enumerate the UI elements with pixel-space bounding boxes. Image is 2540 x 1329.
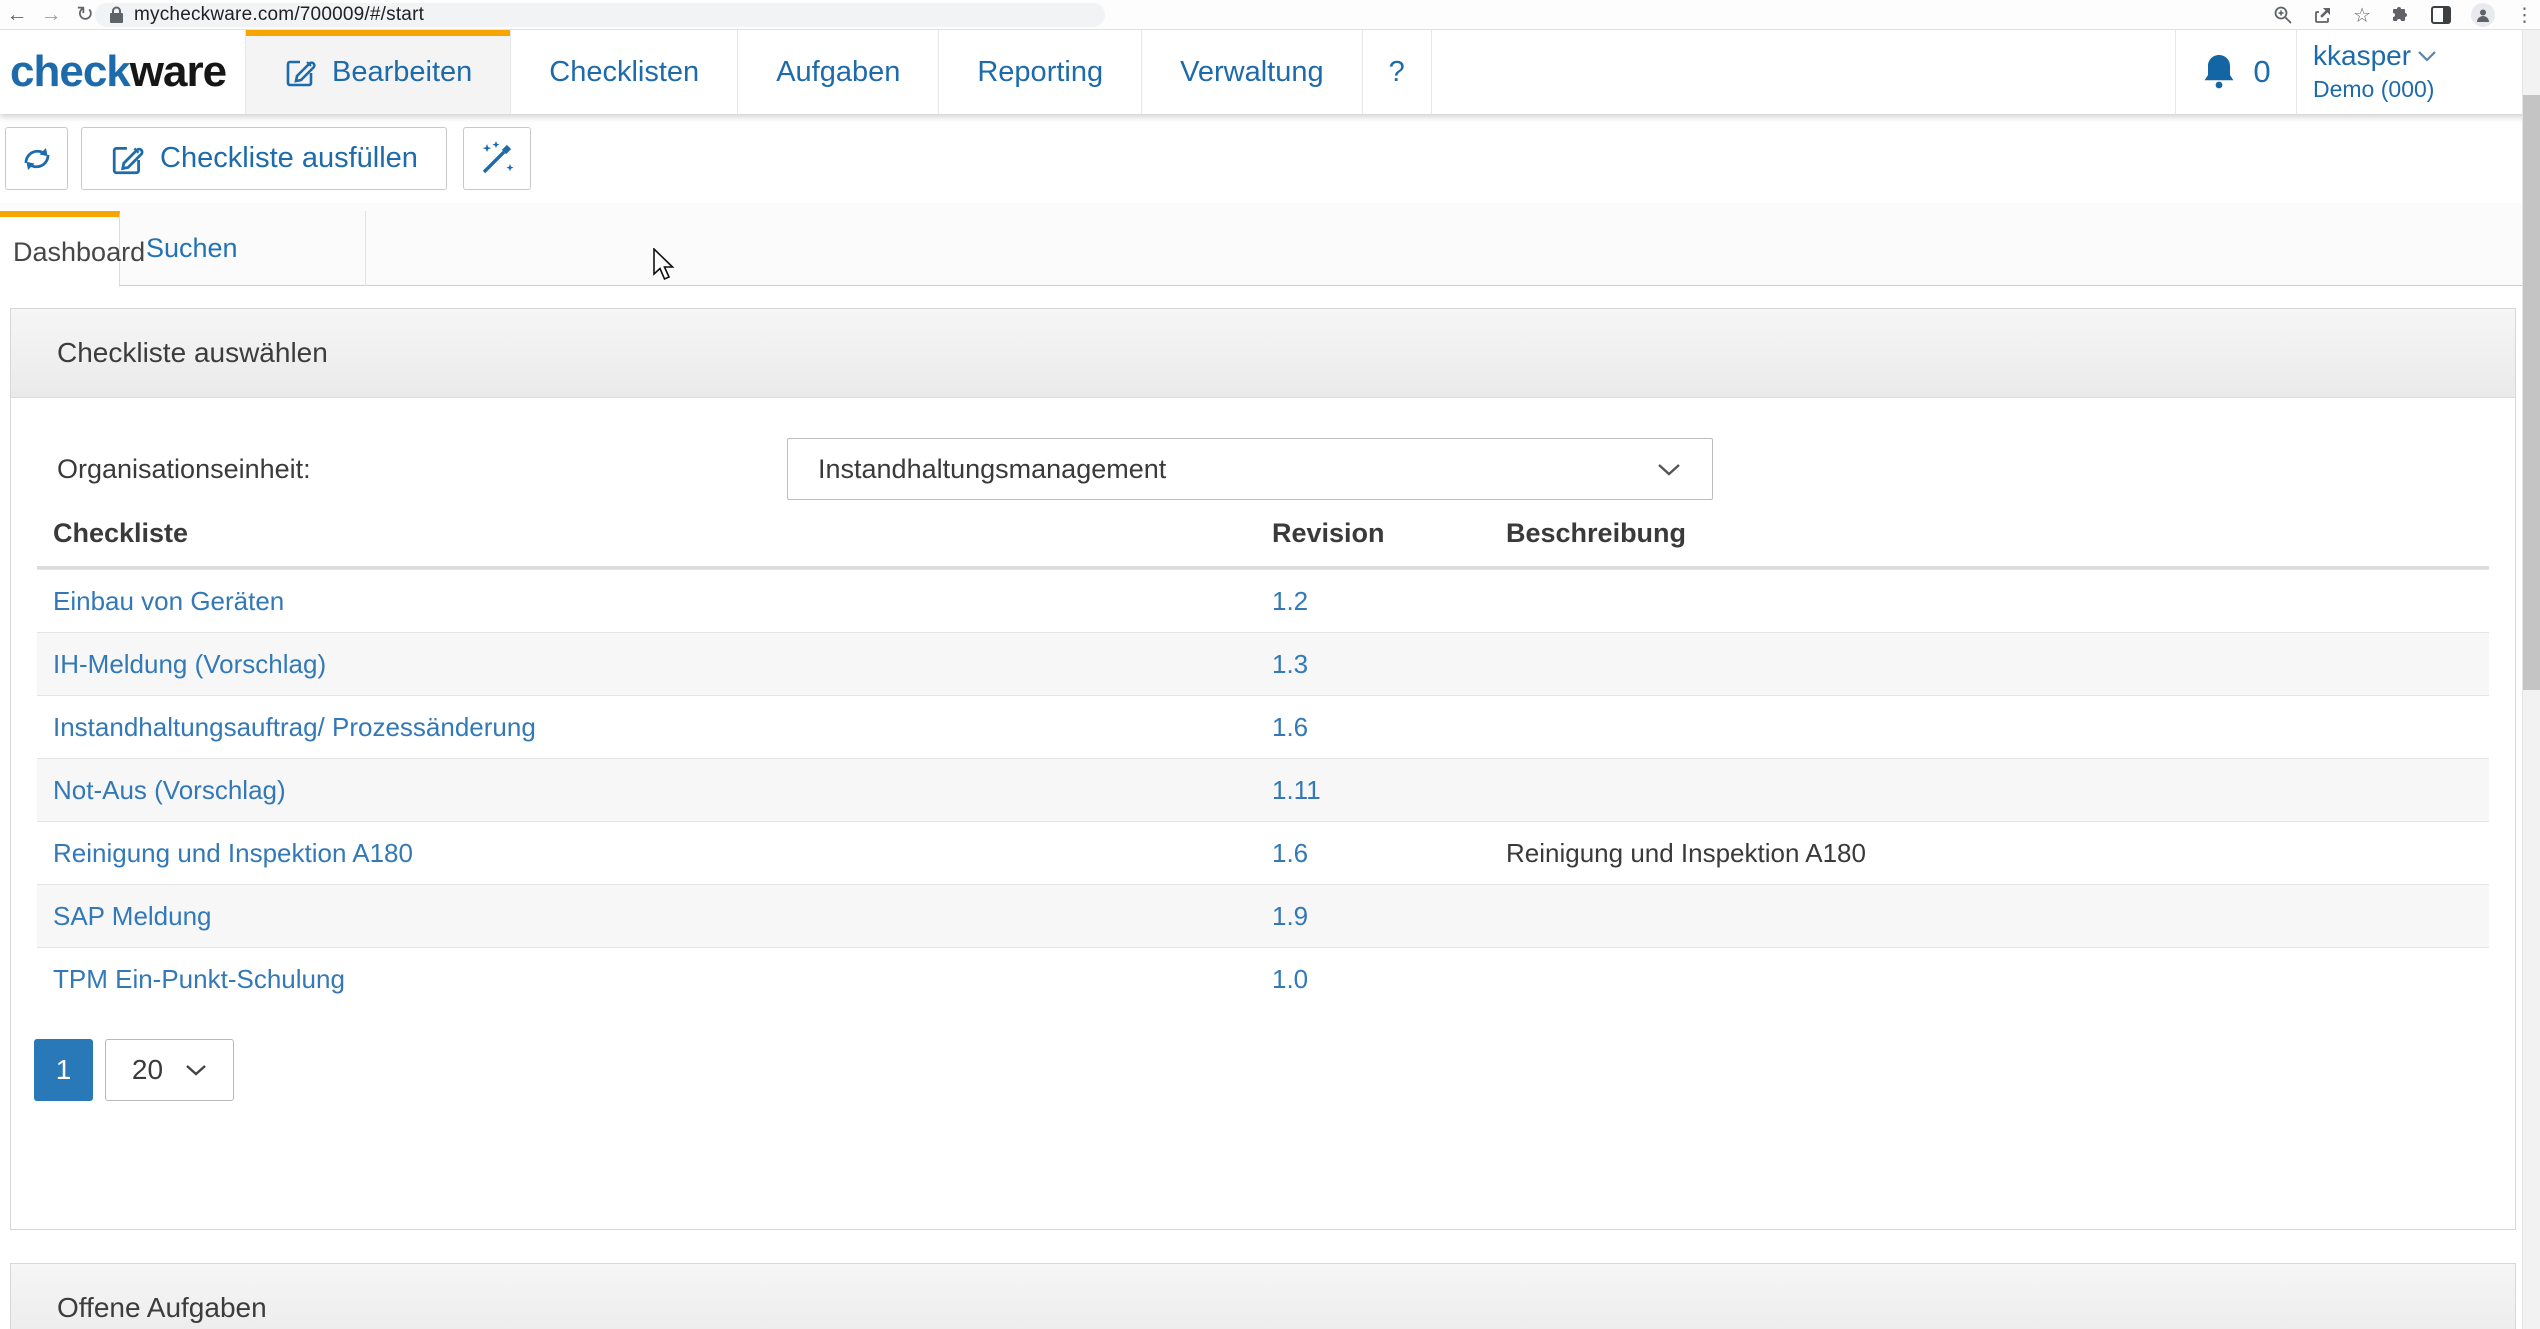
table-row: Not-Aus (Vorschlag) 1.11 — [37, 758, 2489, 821]
browser-forward-icon[interactable]: → — [34, 0, 68, 30]
table-row: TPM Ein-Punkt-Schulung 1.0 — [37, 947, 2489, 1010]
table-header: Checkliste Revision Beschreibung — [37, 501, 2489, 569]
revision-value[interactable]: 1.3 — [1256, 649, 1490, 680]
chevron-down-icon — [1656, 462, 1682, 477]
refresh-icon — [18, 140, 56, 178]
action-toolbar: Checkliste ausfüllen — [0, 114, 2540, 203]
org-unit-label: Organisationseinheit: — [57, 454, 311, 485]
zoom-icon[interactable] — [2273, 5, 2293, 25]
revision-value[interactable]: 1.0 — [1256, 964, 1490, 995]
tab-suchen[interactable]: Suchen — [121, 211, 366, 286]
revision-value[interactable]: 1.9 — [1256, 901, 1490, 932]
revision-value[interactable]: 1.2 — [1256, 586, 1490, 617]
tab-label: Suchen — [146, 233, 238, 264]
scrollbar-thumb[interactable] — [2523, 95, 2540, 690]
panel-title: Offene Aufgaben — [57, 1292, 267, 1324]
nav-item-label: Reporting — [977, 56, 1103, 89]
org-unit-value: Instandhaltungsmanagement — [818, 454, 1166, 485]
nav-item-reporting[interactable]: Reporting — [938, 30, 1141, 114]
table-row: IH-Meldung (Vorschlag) 1.3 — [37, 632, 2489, 695]
fill-checklist-label: Checkliste ausfüllen — [160, 142, 418, 175]
edit-pencil-icon — [110, 141, 146, 177]
nav-right-section: 0 kkasper Demo (000) — [2175, 30, 2540, 114]
page-button-1[interactable]: 1 — [34, 1039, 93, 1101]
app-nav-bar: checkware Bearbeiten Checklisten Aufgabe… — [0, 30, 2540, 114]
nav-item-label: Verwaltung — [1180, 56, 1324, 89]
url-text: mycheckware.com/700009/#/start — [134, 4, 424, 26]
extensions-puzzle-icon[interactable] — [2391, 5, 2411, 25]
panel-header: Checkliste auswählen — [11, 309, 2515, 398]
revision-value[interactable]: 1.6 — [1256, 838, 1490, 869]
description-value: Reinigung und Inspektion A180 — [1490, 838, 2489, 869]
bell-icon — [2201, 52, 2237, 92]
user-org: Demo (000) — [2313, 76, 2540, 103]
wizard-button[interactable] — [463, 127, 531, 190]
side-panel-icon[interactable] — [2431, 6, 2451, 24]
nav-item-checklisten[interactable]: Checklisten — [510, 30, 737, 114]
panel-title: Checkliste auswählen — [57, 337, 328, 369]
nav-item-label: Aufgaben — [776, 56, 900, 89]
panel-header: Offene Aufgaben — [11, 1264, 2515, 1329]
table-row: Einbau von Geräten 1.2 — [37, 569, 2489, 632]
checklist-link[interactable]: Reinigung und Inspektion A180 — [37, 838, 1256, 869]
nav-item-label: Bearbeiten — [332, 56, 472, 89]
magic-wand-icon — [476, 138, 518, 180]
checklist-link[interactable]: SAP Meldung — [37, 901, 1256, 932]
table-row: SAP Meldung 1.9 — [37, 884, 2489, 947]
checklist-link[interactable]: Not-Aus (Vorschlag) — [37, 775, 1256, 806]
browser-toolbar-icons: ☆ ⋮ — [2273, 0, 2534, 30]
lock-icon — [109, 6, 124, 24]
revision-value[interactable]: 1.11 — [1256, 775, 1490, 806]
browser-menu-dots-icon[interactable]: ⋮ — [2515, 4, 2534, 27]
nav-item-label: ? — [1389, 56, 1405, 89]
table-row: Reinigung und Inspektion A180 1.6 Reinig… — [37, 821, 2489, 884]
checklist-link[interactable]: Instandhaltungsauftrag/ Prozessänderung — [37, 712, 1256, 743]
notification-count: 0 — [2253, 54, 2270, 90]
org-unit-row: Organisationseinheit: Instandhaltungsman… — [11, 438, 2515, 502]
browser-back-icon[interactable]: ← — [0, 0, 34, 30]
revision-value[interactable]: 1.6 — [1256, 712, 1490, 743]
chevron-down-icon — [185, 1064, 207, 1077]
checklist-link[interactable]: TPM Ein-Punkt-Schulung — [37, 964, 1256, 995]
user-menu[interactable]: kkasper Demo (000) — [2296, 30, 2540, 114]
pagination: 1 20 — [34, 1039, 234, 1101]
browser-bar: ← → ↻ mycheckware.com/700009/#/start ☆ — [0, 0, 2540, 30]
column-header-checklist: Checkliste — [37, 518, 1256, 549]
checkware-logo[interactable]: checkware — [0, 30, 245, 114]
org-unit-select[interactable]: Instandhaltungsmanagement — [787, 438, 1713, 500]
logo-part-check: check — [10, 47, 130, 97]
checklist-link[interactable]: Einbau von Geräten — [37, 586, 1256, 617]
fill-checklist-button[interactable]: Checkliste ausfüllen — [81, 127, 447, 190]
page-tab-strip: Dashboard Suchen — [0, 203, 2540, 286]
user-name: kkasper — [2313, 40, 2411, 72]
mouse-cursor — [652, 248, 678, 287]
table-row: Instandhaltungsauftrag/ Prozessänderung … — [37, 695, 2489, 758]
logo-part-ware: ware — [130, 47, 226, 97]
bookmark-star-icon[interactable]: ☆ — [2353, 3, 2371, 28]
page-size-value: 20 — [132, 1054, 163, 1086]
refresh-button[interactable] — [5, 127, 68, 190]
edit-pencil-icon — [284, 55, 318, 89]
chevron-down-icon — [2417, 50, 2437, 62]
column-header-revision: Revision — [1256, 518, 1490, 549]
vertical-scrollbar[interactable] — [2522, 30, 2540, 1329]
nav-item-aufgaben[interactable]: Aufgaben — [737, 30, 938, 114]
browser-profile-avatar[interactable] — [2471, 3, 2495, 27]
page-size-select[interactable]: 20 — [105, 1039, 234, 1101]
nav-item-bearbeiten[interactable]: Bearbeiten — [245, 30, 510, 114]
column-header-description: Beschreibung — [1490, 518, 2489, 549]
app-root: ← → ↻ mycheckware.com/700009/#/start ☆ — [0, 0, 2540, 1329]
address-bar[interactable]: mycheckware.com/700009/#/start — [95, 3, 1105, 27]
nav-item-verwaltung[interactable]: Verwaltung — [1141, 30, 1362, 114]
nav-item-label: Checklisten — [549, 56, 699, 89]
share-icon[interactable] — [2313, 5, 2333, 25]
checklist-link[interactable]: IH-Meldung (Vorschlag) — [37, 649, 1256, 680]
tab-dashboard[interactable]: Dashboard — [0, 211, 120, 287]
select-checklist-panel: Checkliste auswählen Organisationseinhei… — [10, 308, 2516, 1230]
nav-item-help[interactable]: ? — [1362, 30, 1432, 114]
checklist-table: Checkliste Revision Beschreibung Einbau … — [37, 501, 2489, 1010]
notifications-cell[interactable]: 0 — [2175, 30, 2296, 114]
open-tasks-panel: Offene Aufgaben — [10, 1263, 2516, 1329]
